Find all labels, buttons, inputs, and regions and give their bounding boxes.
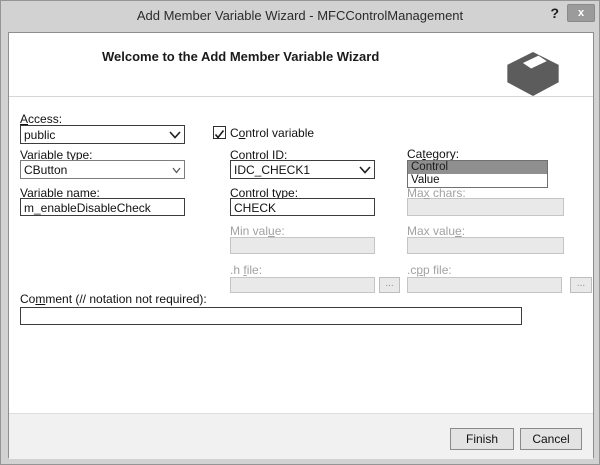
comment-input[interactable] bbox=[20, 307, 522, 325]
access-value: public bbox=[24, 128, 55, 142]
h-file-browse-button: ... bbox=[379, 277, 400, 293]
cpp-file-input bbox=[407, 277, 562, 293]
chevron-down-icon bbox=[169, 128, 181, 142]
category-label: Category: bbox=[407, 147, 459, 161]
cpp-file-browse-button: ... bbox=[570, 277, 592, 293]
variable-name-input[interactable] bbox=[20, 198, 185, 216]
access-combobox[interactable]: public bbox=[20, 125, 185, 144]
control-variable-label: Control variable bbox=[230, 126, 314, 140]
min-value-label: Min value: bbox=[230, 224, 285, 238]
help-button[interactable]: ? bbox=[550, 5, 559, 21]
dialog-panel: Welcome to the Add Member Variable Wizar… bbox=[8, 32, 594, 458]
category-dropdown-list: Control Value bbox=[407, 160, 548, 188]
window-title: Add Member Variable Wizard - MFCControlM… bbox=[1, 8, 599, 23]
category-option-control[interactable]: Control bbox=[408, 161, 547, 174]
max-chars-input bbox=[407, 198, 564, 216]
max-value-label: Max value: bbox=[407, 224, 465, 238]
titlebar: Add Member Variable Wizard - MFCControlM… bbox=[1, 1, 599, 32]
variable-type-value: CButton bbox=[24, 163, 67, 177]
dialog-footer: Finish Cancel bbox=[9, 413, 593, 459]
checkmark-icon bbox=[214, 127, 225, 144]
cancel-button[interactable]: Cancel bbox=[520, 428, 582, 450]
max-chars-label: Max chars: bbox=[407, 186, 466, 200]
min-value-input bbox=[230, 237, 375, 254]
access-label: Access: bbox=[20, 112, 62, 126]
variable-type-combobox[interactable]: CButton bbox=[20, 160, 185, 179]
chevron-down-icon bbox=[172, 163, 181, 177]
control-id-combobox[interactable]: IDC_CHECK1 bbox=[230, 160, 375, 179]
cpp-file-label: .cpp file: bbox=[407, 263, 452, 277]
comment-label: Comment (// notation not required): bbox=[20, 292, 207, 306]
control-type-input[interactable] bbox=[230, 198, 375, 216]
component-box-icon bbox=[505, 52, 561, 101]
category-option-value[interactable]: Value bbox=[408, 174, 547, 187]
h-file-input bbox=[230, 277, 375, 293]
finish-button[interactable]: Finish bbox=[450, 428, 514, 450]
wizard-header: Welcome to the Add Member Variable Wizar… bbox=[9, 33, 593, 97]
h-file-label: .h file: bbox=[230, 263, 262, 277]
welcome-title: Welcome to the Add Member Variable Wizar… bbox=[102, 49, 379, 64]
wizard-dialog: Add Member Variable Wizard - MFCControlM… bbox=[0, 0, 600, 465]
chevron-down-icon bbox=[359, 163, 371, 177]
max-value-input bbox=[407, 237, 564, 254]
control-variable-checkbox[interactable] bbox=[213, 126, 226, 139]
control-id-value: IDC_CHECK1 bbox=[234, 163, 310, 177]
close-button[interactable]: x bbox=[567, 4, 595, 22]
